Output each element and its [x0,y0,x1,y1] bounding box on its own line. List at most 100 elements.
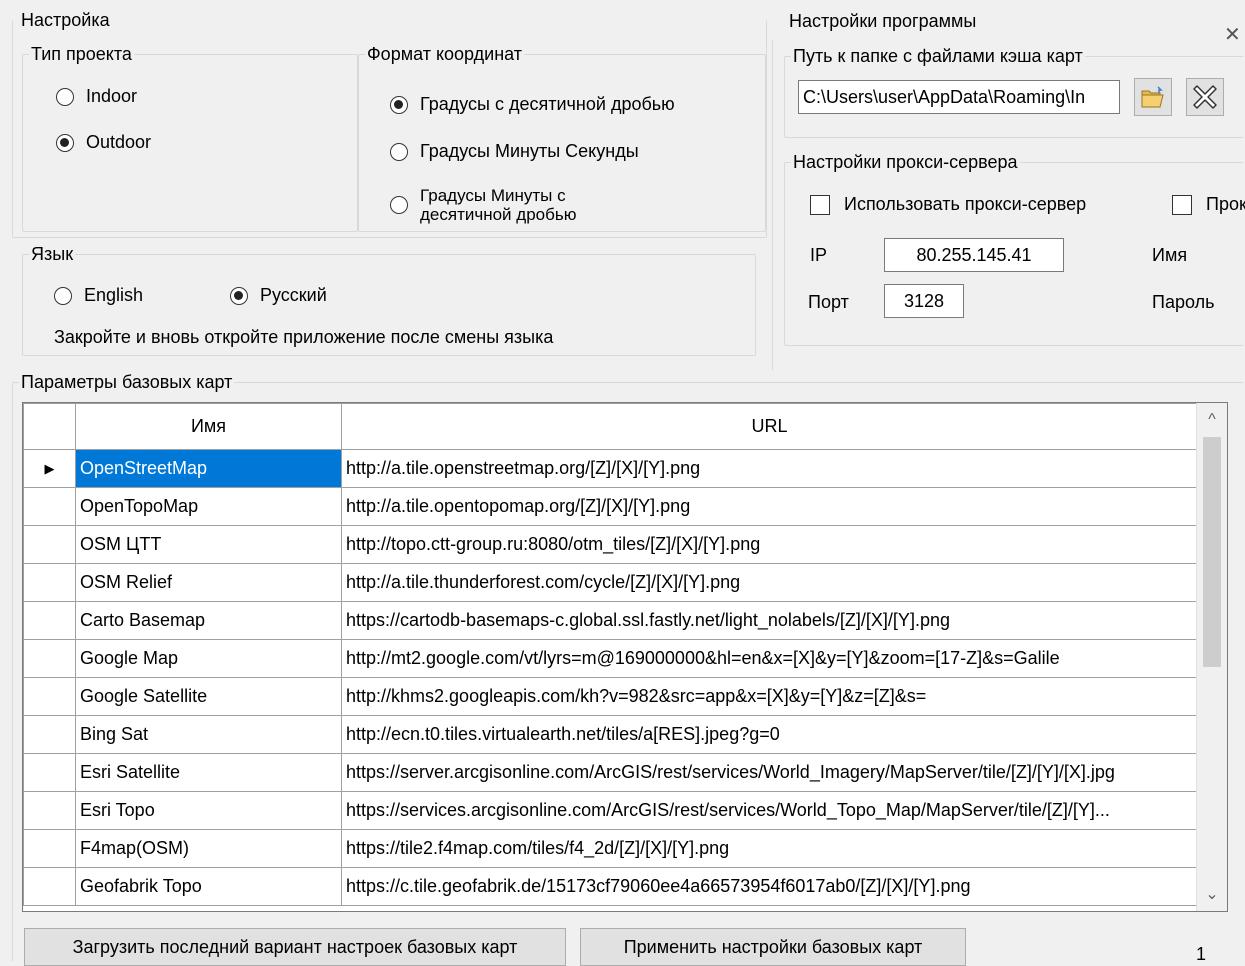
settings-group-title: Настройка [21,10,110,30]
use-proxy-checkbox[interactable]: Использовать прокси-сервер [810,194,1086,215]
radio-dm-decimal-label: Градусы Минуты с десятичной дробью [420,186,576,224]
apply-settings-button[interactable]: Применить настройки базовых карт [580,928,966,966]
row-header[interactable] [23,791,76,830]
row-header[interactable] [23,715,76,754]
cell-url[interactable]: https://tile2.f4map.com/tiles/f4_2d/[Z]/… [341,829,1198,868]
table-row[interactable]: Esri Topo https://services.arcgisonline.… [23,791,1198,830]
use-proxy-box[interactable] [810,194,830,215]
cell-name[interactable]: Geofabrik Topo [75,867,342,906]
cell-name[interactable]: Carto Basemap [75,601,342,640]
table-row[interactable]: Carto Basemap https://cartodb-basemaps-c… [23,601,1198,640]
cell-name[interactable]: Esri Satellite [75,753,342,792]
clear-icon [1193,85,1217,109]
row-header[interactable] [23,525,76,564]
radio-dm-decimal-line2: десятичной дробью [420,205,577,224]
basemaps-title: Параметры базовых карт [21,372,233,392]
row-header[interactable] [23,829,76,868]
cell-url[interactable]: https://cartodb-basemaps-c.global.ssl.fa… [341,601,1198,640]
cell-name[interactable]: OSM Relief [75,563,342,602]
table-row[interactable]: ▶ OpenStreetMap http://a.tile.openstreet… [23,449,1198,488]
project-type-title: Тип проекта [31,44,132,64]
row-header[interactable] [23,601,76,640]
column-header-name[interactable]: Имя [75,403,342,450]
radio-english-label: English [84,285,144,305]
cell-url[interactable]: http://topo.ctt-group.ru:8080/otm_tiles/… [341,525,1198,564]
cell-url[interactable]: http://khms2.googleapis.com/kh?v=982&src… [341,677,1198,716]
cell-url[interactable]: http://a.tile.opentopomap.org/[Z]/[X]/[Y… [341,487,1198,526]
radio-english[interactable]: English [54,285,143,306]
cell-name[interactable]: Google Map [75,639,342,678]
table-row[interactable]: OpenTopoMap http://a.tile.opentopomap.or… [23,487,1198,526]
row-header[interactable] [23,563,76,602]
table-row[interactable]: Esri Satellite https://server.arcgisonli… [23,753,1198,792]
second-proxy-box[interactable] [1172,194,1192,215]
clear-path-button[interactable] [1186,78,1224,116]
row-header[interactable] [23,487,76,526]
ip-input[interactable]: 80.255.145.41 [884,238,1064,272]
radio-dm-decimal-dot[interactable] [390,196,408,214]
table-row[interactable]: Bing Sat http://ecn.t0.tiles.virtualeart… [23,715,1198,754]
coord-format-title: Формат координат [367,44,522,64]
table-row[interactable]: F4map(OSM) https://tile2.f4map.com/tiles… [23,829,1198,868]
open-folder-icon [1141,86,1164,108]
cell-url[interactable]: http://ecn.t0.tiles.virtualearth.net/til… [341,715,1198,754]
radio-dms-dot[interactable] [390,142,408,161]
port-label: Порт [808,292,849,312]
port-input[interactable]: 3128 [884,284,964,318]
radio-indoor-label: Indoor [86,86,138,106]
column-header-url[interactable]: URL [341,403,1198,450]
cell-name[interactable]: OpenTopoMap [75,487,342,526]
scroll-down-arrow[interactable]: ⌄ [1197,879,1227,909]
cell-name[interactable]: Esri Topo [75,791,342,830]
cell-name[interactable]: Google Satellite [75,677,342,716]
close-icon[interactable]: ✕ [1224,22,1241,47]
radio-decimal-degrees-dot[interactable] [390,95,408,114]
name-label: Имя [1152,245,1188,265]
proxy-title: Настройки прокси-сервера [793,152,1018,172]
row-header[interactable] [23,639,76,678]
radio-decimal-degrees[interactable]: Градусы с десятичной дробью [390,94,675,115]
table-row[interactable]: OSM ЦТТ http://topo.ctt-group.ru:8080/ot… [23,525,1198,564]
scroll-thumb[interactable] [1203,437,1221,667]
basemaps-table: Имя URL ▶ OpenStreetMap http://a.tile.op… [23,403,1198,906]
cell-name[interactable]: OSM ЦТТ [75,525,342,564]
cell-url[interactable]: https://c.tile.geofabrik.de/15173cf79060… [341,867,1198,906]
radio-dms-label: Градусы Минуты Секунды [420,141,639,161]
radio-indoor[interactable]: Indoor [56,86,137,107]
radio-dm-decimal[interactable]: Градусы Минуты с десятичной дробью [390,186,576,224]
cell-url[interactable]: http://mt2.google.com/vt/lyrs=m@16900000… [341,639,1198,678]
table-row[interactable]: Geofabrik Topo https://c.tile.geofabrik.… [23,867,1198,906]
scroll-up-arrow[interactable]: ^ [1197,405,1227,435]
cell-name[interactable]: F4map(OSM) [75,829,342,868]
load-last-settings-button[interactable]: Загрузить последний вариант настроек баз… [24,928,566,966]
table-row[interactable]: Google Satellite http://khms2.googleapis… [23,677,1198,716]
table-row[interactable]: Google Map http://mt2.google.com/vt/lyrs… [23,639,1198,678]
radio-outdoor-dot[interactable] [56,133,74,152]
row-header[interactable] [23,867,76,906]
cell-name[interactable]: Bing Sat [75,715,342,754]
cell-name[interactable]: OpenStreetMap [75,449,342,488]
row-header[interactable] [23,677,76,716]
grid-vertical-scrollbar[interactable]: ^ ⌄ [1196,403,1227,911]
cell-url[interactable]: http://a.tile.openstreetmap.org/[Z]/[X]/… [341,449,1198,488]
radio-russian-dot[interactable] [230,286,248,305]
row-header[interactable] [23,753,76,792]
radio-russian[interactable]: Русский [230,285,327,306]
current-row-indicator[interactable]: ▶ [23,449,76,488]
browse-folder-button[interactable] [1134,78,1172,116]
table-row[interactable]: OSM Relief http://a.tile.thunderforest.c… [23,563,1198,602]
cell-url[interactable]: https://services.arcgisonline.com/ArcGIS… [341,791,1198,830]
password-label: Пароль [1152,292,1215,312]
radio-english-dot[interactable] [54,286,72,305]
cell-url[interactable]: https://server.arcgisonline.com/ArcGIS/r… [341,753,1198,792]
radio-indoor-dot[interactable] [56,87,74,106]
cache-path-input[interactable]: C:\Users\user\AppData\Roaming\In [798,80,1120,114]
second-proxy-checkbox[interactable]: Прок [1172,194,1245,215]
basemaps-grid[interactable]: Имя URL ▶ OpenStreetMap http://a.tile.op… [22,402,1228,912]
radio-russian-label: Русский [260,285,327,305]
cell-url[interactable]: http://a.tile.thunderforest.com/cycle/[Z… [341,563,1198,602]
radio-outdoor[interactable]: Outdoor [56,132,151,153]
radio-dms[interactable]: Градусы Минуты Секунды [390,141,639,162]
radio-decimal-degrees-label: Градусы с десятичной дробью [420,94,675,114]
table-header-row: Имя URL [23,403,1198,450]
